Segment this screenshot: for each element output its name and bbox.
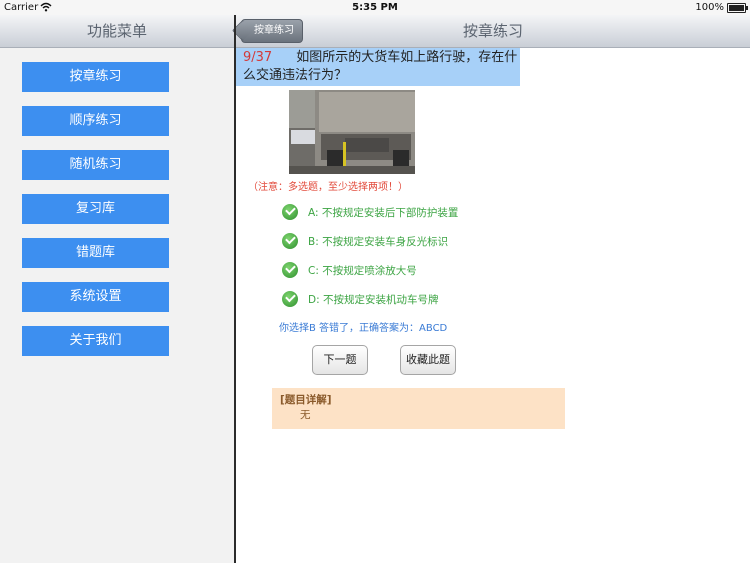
back-button[interactable]: 按章练习 [241,19,303,43]
sidebar-title: 功能菜单 [86,22,147,40]
next-question-button[interactable]: 下一题 [312,345,368,375]
checkmark-icon [282,204,298,220]
question-photo [289,90,415,174]
option-b[interactable]: B: 不按规定安装车身反光标识 [282,233,448,251]
option-b-label: B: 不按规定安装车身反光标识 [308,236,449,248]
multi-select-note: （注意：多选题，至少选择两项！） [248,182,408,193]
clock: 5:35 PM [352,2,398,13]
checkmark-icon [282,262,298,278]
sidebar-menu: 按章练习 顺序练习 随机练习 复习库 错题库 系统设置 关于我们 [0,48,234,563]
status-bar: Carrier 5:35 PM 100% [0,0,750,15]
menu-item-about-us[interactable]: 关于我们 [22,326,169,356]
explanation-title: [题目详解] [280,394,332,406]
explanation-body: 无 [300,409,311,421]
battery-icon [727,3,748,13]
explanation-box: [题目详解] 无 [272,388,565,429]
menu-item-random-practice[interactable]: 随机练习 [22,150,169,180]
option-c[interactable]: C: 不按规定喷涂放大号 [282,262,417,280]
battery-percent: 100% [695,2,724,13]
checkmark-icon [282,291,298,307]
menu-item-wrong-answers[interactable]: 错题库 [22,238,169,268]
sidebar-navbar: 功能菜单 [0,15,234,48]
option-a[interactable]: A: 不按规定安装后下部防护装置 [282,204,458,222]
menu-item-sequential-practice[interactable]: 顺序练习 [22,106,169,136]
question-panel: 9/37 如图所示的大货车如上路行驶，存在什么交通违法行为？ （注意：多选题，至少… [236,48,750,563]
page-title: 按章练习 [462,22,523,40]
menu-item-review-bank[interactable]: 复习库 [22,194,169,224]
question-header: 9/37 如图所示的大货车如上路行驶，存在什么交通违法行为？ [236,48,520,86]
main-navbar: 按章练习 按章练习 [236,15,750,48]
question-index: 9/37 [243,50,273,65]
menu-item-chapter-practice[interactable]: 按章练习 [22,62,169,92]
question-text: 如图所示的大货车如上路行驶，存在什么交通违法行为？ [243,50,518,83]
option-d[interactable]: D: 不按规定安装机动车号牌 [282,291,438,309]
option-c-label: C: 不按规定喷涂放大号 [308,265,417,277]
back-button-label: 按章练习 [254,25,294,36]
menu-item-settings[interactable]: 系统设置 [22,282,169,312]
option-d-label: D: 不按规定安装机动车号牌 [308,294,439,306]
checkmark-icon [282,233,298,249]
favorite-question-button[interactable]: 收藏此题 [400,345,456,375]
option-a-label: A: 不按规定安装后下部防护装置 [308,207,459,219]
answer-feedback: 你选择B 答错了，正确答案为：ABCD [279,323,448,334]
